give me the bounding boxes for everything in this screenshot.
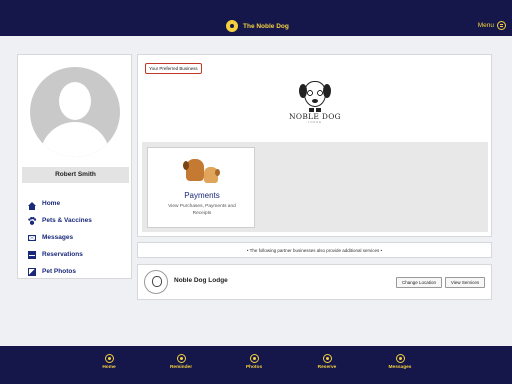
avatar (30, 67, 120, 157)
avatar-body-icon (40, 122, 110, 157)
tab-label: Home (102, 365, 116, 370)
profile-card: Robert Smith Home Pets & Vaccines Messag… (17, 54, 132, 279)
tab-label: Reminder (169, 365, 193, 370)
nav-item-messages[interactable]: Messages (28, 229, 92, 246)
brand[interactable]: The Noble Dog (226, 20, 289, 32)
brand-name: The Noble Dog (243, 22, 289, 30)
services-strip: Payments View Purchases, Payments and Re… (142, 142, 488, 232)
payments-title: Payments (184, 191, 220, 200)
menu-label: Menu (477, 22, 494, 29)
nav-label: Home (42, 200, 61, 207)
user-name: Robert Smith (22, 167, 129, 183)
photos-icon (249, 354, 259, 363)
payments-description: View Purchases, Payments and Receipts (168, 204, 236, 216)
messages-icon (395, 354, 405, 363)
bottom-nav: Home Reminder Photos Reserve Messages (0, 346, 512, 384)
tab-reminder[interactable]: Reminder (161, 354, 201, 370)
nav-label: Pets & Vaccines (42, 217, 92, 224)
tab-home[interactable]: Home (89, 354, 129, 370)
dogs-illustration-icon (182, 155, 222, 185)
view-services-button[interactable]: View Services (445, 277, 485, 288)
tab-label: Photos (245, 365, 263, 370)
nav-item-pets-vaccines[interactable]: Pets & Vaccines (28, 212, 92, 229)
top-bar: The Noble Dog Menu (0, 0, 512, 36)
payments-tile[interactable]: Payments View Purchases, Payments and Re… (147, 147, 255, 228)
partner-card: Noble Dog Lodge Change Location View Ser… (137, 264, 492, 300)
lodge-logo-icon (144, 270, 168, 294)
nav-label: Pet Photos (42, 268, 76, 275)
profile-nav: Home Pets & Vaccines Messages Reservatio… (28, 195, 92, 280)
brand-logo-icon (226, 20, 238, 32)
avatar-head-icon (59, 82, 91, 120)
nav-label: Reservations (42, 251, 83, 258)
tab-photos[interactable]: Photos (234, 354, 274, 370)
calendar-icon (28, 250, 36, 259)
mail-icon (28, 235, 36, 241)
menu-icon (497, 21, 506, 30)
home-icon (28, 201, 36, 210)
change-location-button[interactable]: Change Location (396, 277, 442, 288)
nav-item-reservations[interactable]: Reservations (28, 246, 92, 263)
photo-icon (28, 267, 36, 276)
tab-reserve[interactable]: Reserve (307, 354, 347, 370)
preferred-business-card: Your Preferred Business NOBLE DOG LODGE … (137, 54, 492, 237)
partner-name: Noble Dog Lodge (174, 277, 228, 284)
tab-label: Reserve (317, 365, 337, 370)
nav-label: Messages (42, 234, 74, 241)
logo-subtext: LODGE (308, 121, 322, 124)
preferred-business-badge: Your Preferred Business (145, 63, 202, 74)
tab-label: Messages (388, 365, 412, 370)
logo-text: NOBLE DOG (289, 112, 341, 121)
tab-messages[interactable]: Messages (380, 354, 420, 370)
nav-item-home[interactable]: Home (28, 195, 92, 212)
nav-item-pet-photos[interactable]: Pet Photos (28, 263, 92, 280)
plus-icon (322, 354, 332, 363)
menu-button[interactable]: Menu (478, 21, 506, 30)
reminder-icon (176, 354, 186, 363)
paw-icon (28, 216, 36, 225)
partner-note: • The following partner businesses also … (137, 242, 492, 258)
home-icon (104, 354, 114, 363)
